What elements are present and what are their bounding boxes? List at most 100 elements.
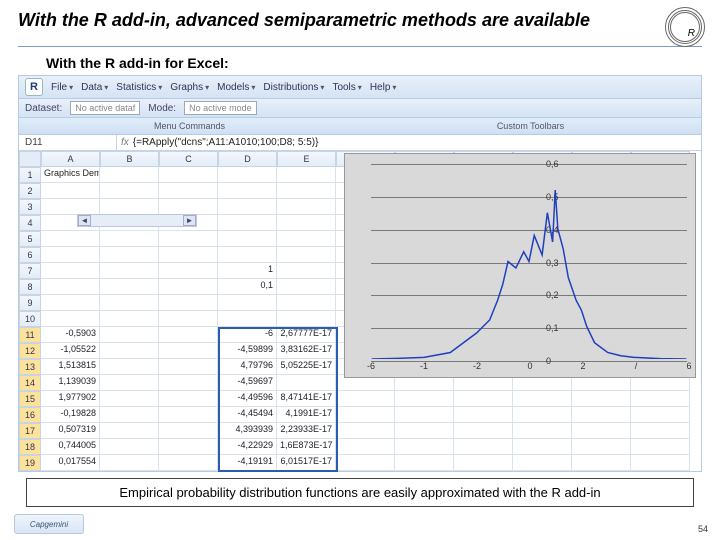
cell[interactable] [277,295,336,311]
cell[interactable] [100,359,159,375]
row-header[interactable]: 9 [19,295,41,311]
row-header[interactable]: 2 [19,183,41,199]
cell[interactable] [41,231,100,247]
cell[interactable] [513,455,572,471]
cell[interactable] [277,231,336,247]
menu-help[interactable]: Help [370,82,397,93]
cell[interactable] [159,295,218,311]
cell[interactable] [631,455,690,471]
cell[interactable] [336,455,395,471]
row-header[interactable]: 4 [19,215,41,231]
cell[interactable] [218,295,277,311]
cell[interactable] [395,423,454,439]
cell[interactable] [159,247,218,263]
row-header[interactable]: 15 [19,391,41,407]
dataset-value[interactable]: No active dataf [70,101,140,115]
row-header[interactable]: 7 [19,263,41,279]
cell[interactable]: 3,83162E-17 [277,343,336,359]
cell[interactable]: 0,017554 [41,455,100,471]
name-box[interactable]: D11 [19,135,117,150]
select-all-corner[interactable] [19,151,41,167]
cell[interactable] [395,455,454,471]
cell[interactable] [631,423,690,439]
menu-graphs[interactable]: Graphs [170,82,209,93]
cell[interactable] [100,295,159,311]
cell[interactable]: -4,45494 [218,407,277,423]
col-header[interactable]: C [159,151,218,167]
cell[interactable]: 2,23933E-17 [277,423,336,439]
cell[interactable] [159,407,218,423]
cell[interactable]: -4,59899 [218,343,277,359]
cell[interactable]: 0,507319 [41,423,100,439]
cell[interactable] [159,423,218,439]
row-header[interactable]: 6 [19,247,41,263]
cell[interactable] [454,391,513,407]
row-header[interactable]: 17 [19,423,41,439]
cell[interactable] [159,263,218,279]
cell[interactable] [454,423,513,439]
cell[interactable]: 4,1991E-17 [277,407,336,423]
row-header[interactable]: 14 [19,375,41,391]
cell[interactable] [513,391,572,407]
scroll-right-icon[interactable]: ► [183,215,196,226]
cell[interactable] [159,455,218,471]
cell[interactable] [159,279,218,295]
row-header[interactable]: 5 [19,231,41,247]
cell[interactable]: 1 [218,263,277,279]
cell[interactable] [572,391,631,407]
cell[interactable] [100,327,159,343]
cell[interactable]: 6,01517E-17 [277,455,336,471]
row-header[interactable]: 12 [19,343,41,359]
cell[interactable] [218,199,277,215]
cell[interactable] [336,423,395,439]
cell[interactable]: -4,49596 [218,391,277,407]
cell[interactable] [100,231,159,247]
cell[interactable]: 1,6E873E-17 [277,439,336,455]
cell[interactable]: 1,139039 [41,375,100,391]
cell[interactable] [41,199,100,215]
cell[interactable] [572,455,631,471]
cell[interactable] [41,183,100,199]
cell[interactable]: 5,05225E-17 [277,359,336,375]
cell[interactable]: 1,513815 [41,359,100,375]
cell[interactable] [218,167,277,183]
cell[interactable] [277,167,336,183]
cell[interactable] [100,279,159,295]
cell[interactable] [159,439,218,455]
cell[interactable] [277,311,336,327]
col-header[interactable]: E [277,151,336,167]
row-header[interactable]: 11 [19,327,41,343]
cell[interactable] [100,343,159,359]
col-header[interactable]: A [41,151,100,167]
cell[interactable]: -4,59697 [218,375,277,391]
cell[interactable] [277,215,336,231]
cell[interactable] [336,391,395,407]
cell[interactable] [218,215,277,231]
cell[interactable] [277,199,336,215]
menu-models[interactable]: Models [217,82,255,93]
row-header[interactable]: 3 [19,199,41,215]
cell[interactable] [218,183,277,199]
cell[interactable] [277,279,336,295]
cell[interactable] [100,423,159,439]
cell[interactable] [41,279,100,295]
cell[interactable]: -0,19828 [41,407,100,423]
row-header[interactable]: 1 [19,167,41,183]
menu-file[interactable]: File [51,82,73,93]
cell[interactable] [277,183,336,199]
cell[interactable] [395,407,454,423]
menu-tools[interactable]: Tools [332,82,361,93]
ribbon-label-custom[interactable]: Custom Toolbars [360,118,701,134]
spreadsheet-grid[interactable]: ABCDEFGHIJK 1Graphics Demo for Rexcemple… [19,151,701,471]
row-header[interactable]: 16 [19,407,41,423]
cell[interactable] [454,455,513,471]
cell[interactable] [572,423,631,439]
cell[interactable] [277,263,336,279]
mode-value[interactable]: No active mode [184,101,257,115]
row-header[interactable]: 8 [19,279,41,295]
r-icon[interactable]: R [25,78,43,96]
cell[interactable] [100,391,159,407]
cell[interactable] [513,407,572,423]
col-header[interactable]: B [100,151,159,167]
cell[interactable]: -0,5903 [41,327,100,343]
